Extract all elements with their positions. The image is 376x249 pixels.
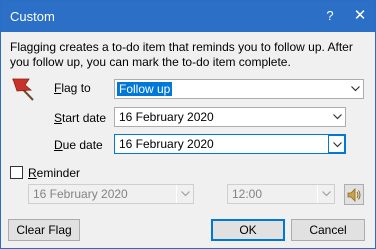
ok-button[interactable]: OK — [211, 219, 285, 241]
due-date-label: Due date — [54, 138, 103, 152]
chevron-down-icon[interactable] — [176, 185, 193, 203]
flag-icon — [12, 78, 34, 101]
due-date-value: 16 February 2020 — [119, 137, 214, 151]
title-bar: Custom ? ✕ — [1, 1, 375, 32]
reminder-time-value: 12:00 — [232, 187, 263, 201]
start-date-value: 16 February 2020 — [119, 110, 214, 124]
flag-to-combobox[interactable]: Follow up — [114, 79, 364, 99]
reminder-date-value: 16 February 2020 — [33, 187, 128, 201]
start-date-picker[interactable]: 16 February 2020 — [114, 107, 346, 127]
reminder-time-picker[interactable]: 12:00 — [227, 184, 335, 204]
reminder-date-picker[interactable]: 16 February 2020 — [28, 184, 194, 204]
window-title: Custom — [10, 9, 55, 24]
speaker-icon — [347, 188, 361, 202]
chevron-down-icon[interactable] — [317, 185, 334, 203]
clear-flag-button[interactable]: Clear Flag — [8, 219, 80, 241]
start-date-label: Start date — [54, 111, 107, 125]
cancel-button[interactable]: Cancel — [291, 219, 365, 241]
chevron-down-icon[interactable] — [346, 80, 363, 98]
description-line-2: you follow up, you can mark the to-do it… — [10, 55, 291, 69]
reminder-sound-button[interactable] — [344, 184, 364, 205]
reminder-checkbox[interactable] — [10, 166, 23, 179]
help-button[interactable]: ? — [317, 4, 343, 28]
flag-to-label: Flag to — [54, 81, 91, 95]
close-button[interactable]: ✕ — [347, 4, 373, 28]
chevron-down-icon[interactable] — [328, 135, 345, 153]
description-line-1: Flagging creates a to-do item that remin… — [10, 40, 353, 54]
flag-to-value: Follow up — [117, 82, 173, 96]
custom-flag-dialog: Custom ? ✕ Flagging creates a to-do item… — [0, 0, 376, 249]
chevron-down-icon[interactable] — [328, 108, 345, 126]
reminder-label: Reminder — [28, 166, 81, 180]
dialog-description: Flagging creates a to-do item that remin… — [10, 40, 370, 70]
due-date-picker[interactable]: 16 February 2020 — [114, 134, 346, 154]
